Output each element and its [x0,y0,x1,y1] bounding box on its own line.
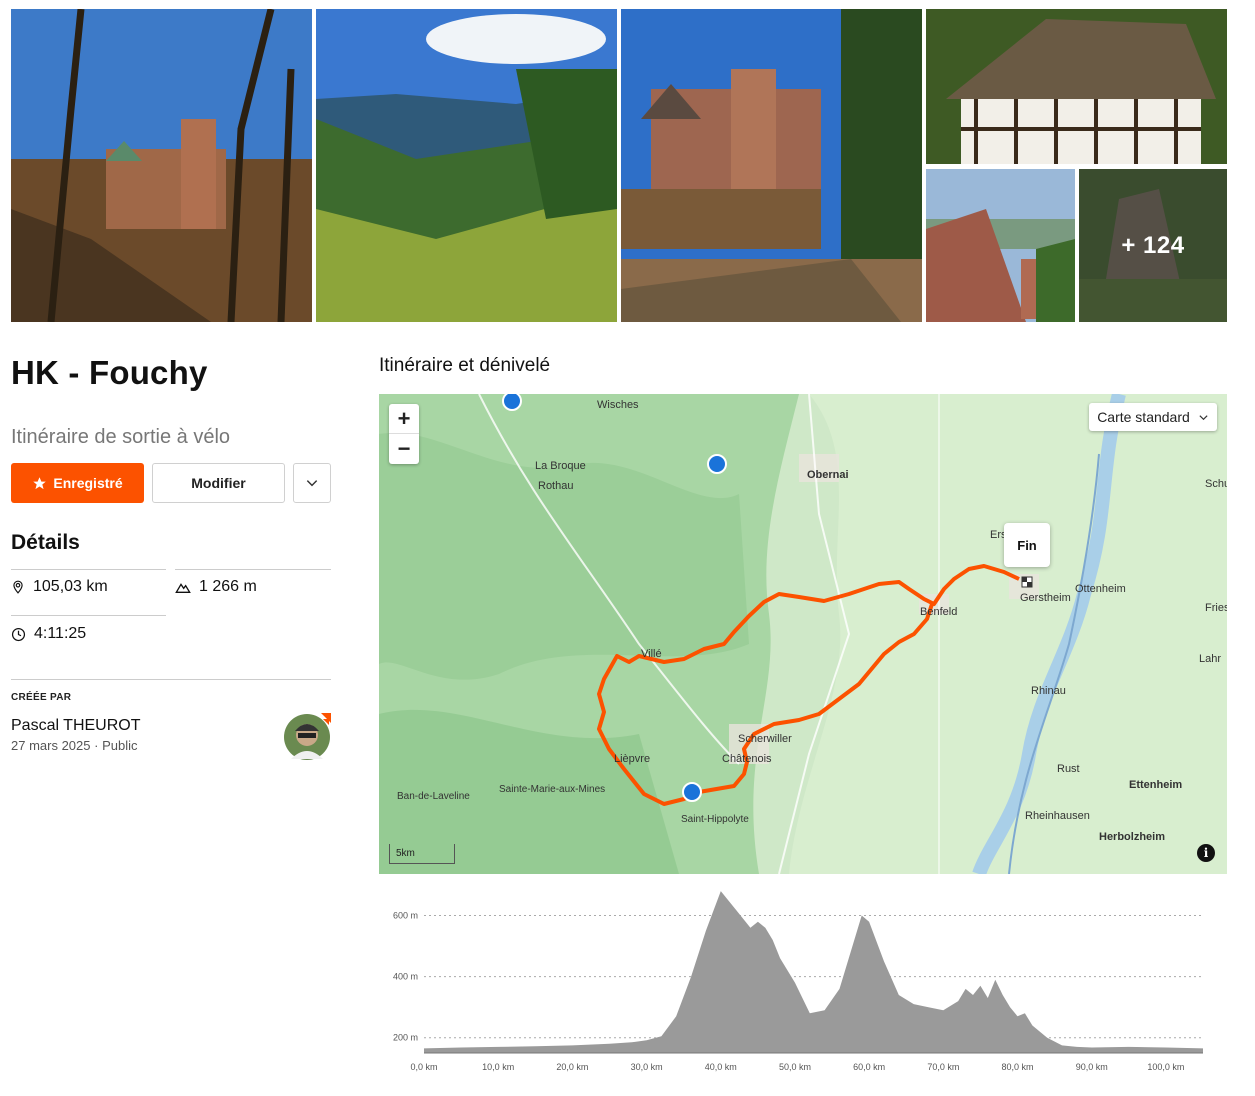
zoom-controls: + − [389,404,419,464]
map-section-heading: Itinéraire et dénivelé [379,355,551,376]
x-tick-label: 0,0 km [410,1062,437,1072]
route-info-panel: HK - Fouchy Itinéraire de sortie à vélo … [11,340,331,760]
route-stats: 105,03 km 1 266 m 4:11:25 [11,569,331,659]
map-label-5: Schutt [1205,478,1227,490]
end-marker-label: Fin [1004,523,1050,567]
x-tick-label: 10,0 km [482,1062,514,1072]
stat-elevation: 1 266 m [175,569,257,605]
y-tick-label: 600 m [393,911,418,921]
y-tick-label: 400 m [393,972,418,982]
map-label-22: Herbolzheim [1099,831,1165,843]
saved-button-label: Enregistré [53,475,123,491]
time-value: 4:11:25 [34,625,87,642]
zoom-in-button[interactable]: + [389,404,419,434]
map-label-7: Gerstheim [1020,592,1071,604]
more-photos-count[interactable]: + 124 [1079,169,1227,322]
edit-button[interactable]: Modifier [152,463,285,503]
map-type-select[interactable]: Carte standard [1089,403,1217,431]
map-label-19: Sainte-Marie-aux-Mines [499,784,605,795]
map-label-3: Obernai [807,469,849,481]
info-icon[interactable]: i [1197,844,1215,862]
elevation-profile[interactable]: 200 m 400 m 600 m 0,0 km 10,0 km 20,0 km 30,0 … [379,885,1227,1075]
map-type-label: Carte standard [1097,409,1190,425]
created-date: 27 mars 2025 [11,738,91,753]
chevron-down-icon [306,480,318,487]
mountain-icon [175,583,191,593]
visibility: Public [102,738,138,753]
map-label-1: La Broque [535,460,586,472]
x-tick-label: 100,0 km [1147,1062,1184,1072]
map-label-2: Rothau [538,480,573,492]
action-buttons: Enregistré Modifier [11,463,331,503]
route-subtitle: Itinéraire de sortie à vélo [11,426,231,448]
route-map[interactable]: Wisches La Broque Rothau Obernai Erst Sc… [379,394,1227,874]
map-label-6: Ottenheim [1075,583,1126,595]
details-heading: Détails [11,531,80,554]
route-title: HK - Fouchy [11,354,208,391]
clock-icon [11,627,26,641]
divider [11,679,331,680]
map-label-20: Saint-Hippolyte [681,814,749,825]
map-label-9: Friesen [1205,602,1227,614]
stat-time: 4:11:25 [11,616,86,652]
photo-castle-forest[interactable] [11,9,312,322]
map-label-11: Villé [641,648,662,660]
x-tick-label: 30,0 km [631,1062,663,1072]
photo-timber-house[interactable] [926,9,1227,164]
photo-valley-meadow[interactable] [316,9,617,322]
map-label-21: Rheinhausen [1025,810,1090,822]
created-by-label: CRÉÉE PAR [11,692,72,703]
avatar[interactable] [283,713,331,761]
map-label-15: Rust [1057,763,1080,775]
x-tick-label: 80,0 km [1002,1062,1034,1072]
photo-gallery: + 124 [11,9,1227,322]
saved-button[interactable]: Enregistré [11,463,144,503]
x-tick-label: 20,0 km [556,1062,588,1072]
map-label-8: Benfeld [920,606,957,618]
photo-castle-walls[interactable] [621,9,922,322]
map-label-0: Wisches [597,399,639,411]
stat-distance: 105,03 km [11,569,108,605]
finish-flag-icon [1021,576,1033,588]
x-tick-label: 60,0 km [853,1062,885,1072]
elevation-chart: 200 m 400 m 600 m 0,0 km 10,0 km 20,0 km 30,0 … [393,891,1203,1072]
photo-rock-forest[interactable]: + 124 [1079,169,1227,322]
meta-separator: · [94,738,103,753]
map-label-10: Lahr [1199,653,1221,665]
more-options-button[interactable] [293,463,331,503]
map-canvas[interactable]: Wisches La Broque Rothau Obernai Erst Sc… [379,394,1227,874]
elevation-value: 1 266 m [199,578,257,595]
x-tick-label: 40,0 km [705,1062,737,1072]
x-tick-label: 70,0 km [927,1062,959,1072]
star-icon [33,476,47,489]
map-label-12: Rhinau [1031,685,1066,697]
y-tick-label: 200 m [393,1033,418,1043]
map-label-17: Lièpvre [614,753,650,765]
map-label-18: Ban-de-Laveline [397,791,470,802]
chevron-down-icon [1199,414,1208,420]
location-pin-icon [13,580,23,594]
photo-castle-view[interactable] [926,169,1075,322]
x-tick-label: 90,0 km [1076,1062,1108,1072]
x-tick-label: 50,0 km [779,1062,811,1072]
zoom-out-button[interactable]: − [389,434,419,464]
map-scale: 5km [389,844,455,864]
map-section: Itinéraire et dénivelé [379,355,1227,377]
distance-value: 105,03 km [33,578,108,595]
map-label-13: Scherwiller [738,733,792,745]
map-label-16: Ettenheim [1129,779,1182,791]
map-label-14: Châtenois [722,753,772,765]
